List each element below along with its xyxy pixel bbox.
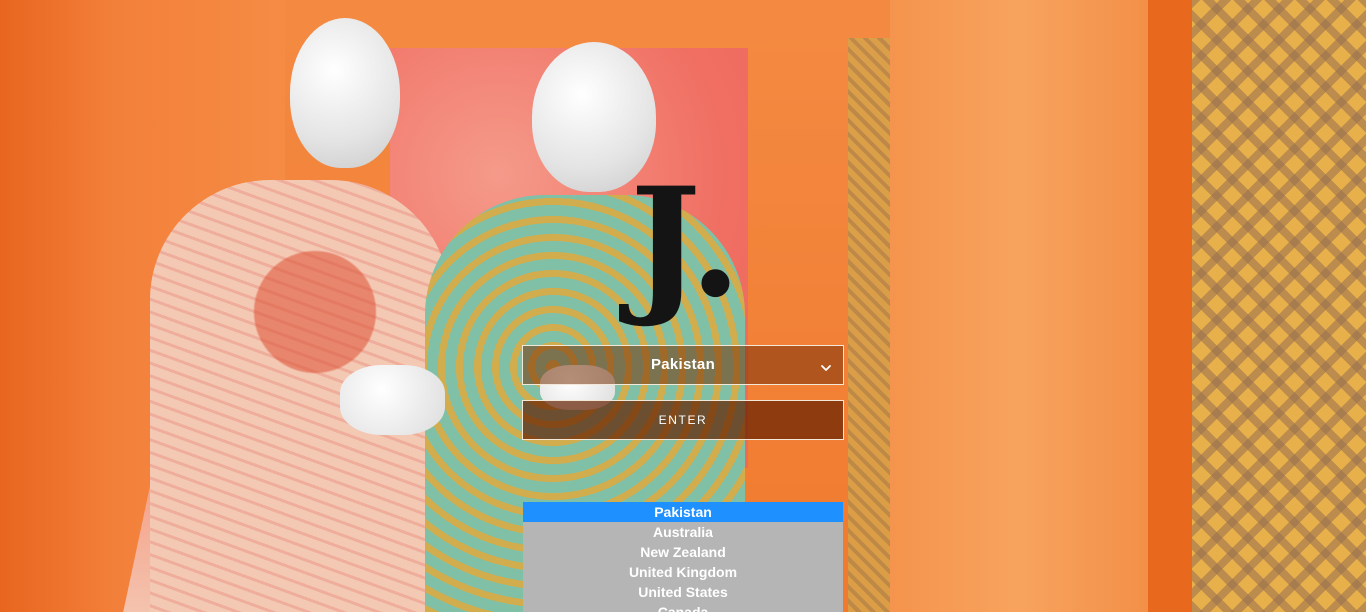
country-select[interactable]: Pakistan	[522, 345, 844, 385]
country-option-united-states[interactable]: United States	[523, 582, 843, 602]
mannequin-left-hands	[340, 365, 445, 435]
chevron-down-icon	[820, 359, 832, 371]
country-option-canada[interactable]: Canada	[523, 602, 843, 612]
brand-logo: J.	[630, 155, 742, 331]
country-select-value: Pakistan	[650, 356, 716, 373]
enter-button[interactable]: ENTER	[522, 400, 844, 440]
country-option-pakistan[interactable]: Pakistan	[523, 502, 843, 522]
country-options-list: Pakistan Australia New Zealand United Ki…	[523, 502, 843, 612]
country-option-australia[interactable]: Australia	[523, 522, 843, 542]
background-pillar	[890, 0, 1148, 612]
landing-page: J. Pakistan ENTER Pakistan Australia New…	[0, 0, 1366, 612]
mannequin-left-head	[290, 18, 400, 168]
country-option-new-zealand[interactable]: New Zealand	[523, 542, 843, 562]
country-option-united-kingdom[interactable]: United Kingdom	[523, 562, 843, 582]
background-fabric-strip	[848, 38, 890, 612]
background-ikat-fabric	[1192, 0, 1366, 612]
